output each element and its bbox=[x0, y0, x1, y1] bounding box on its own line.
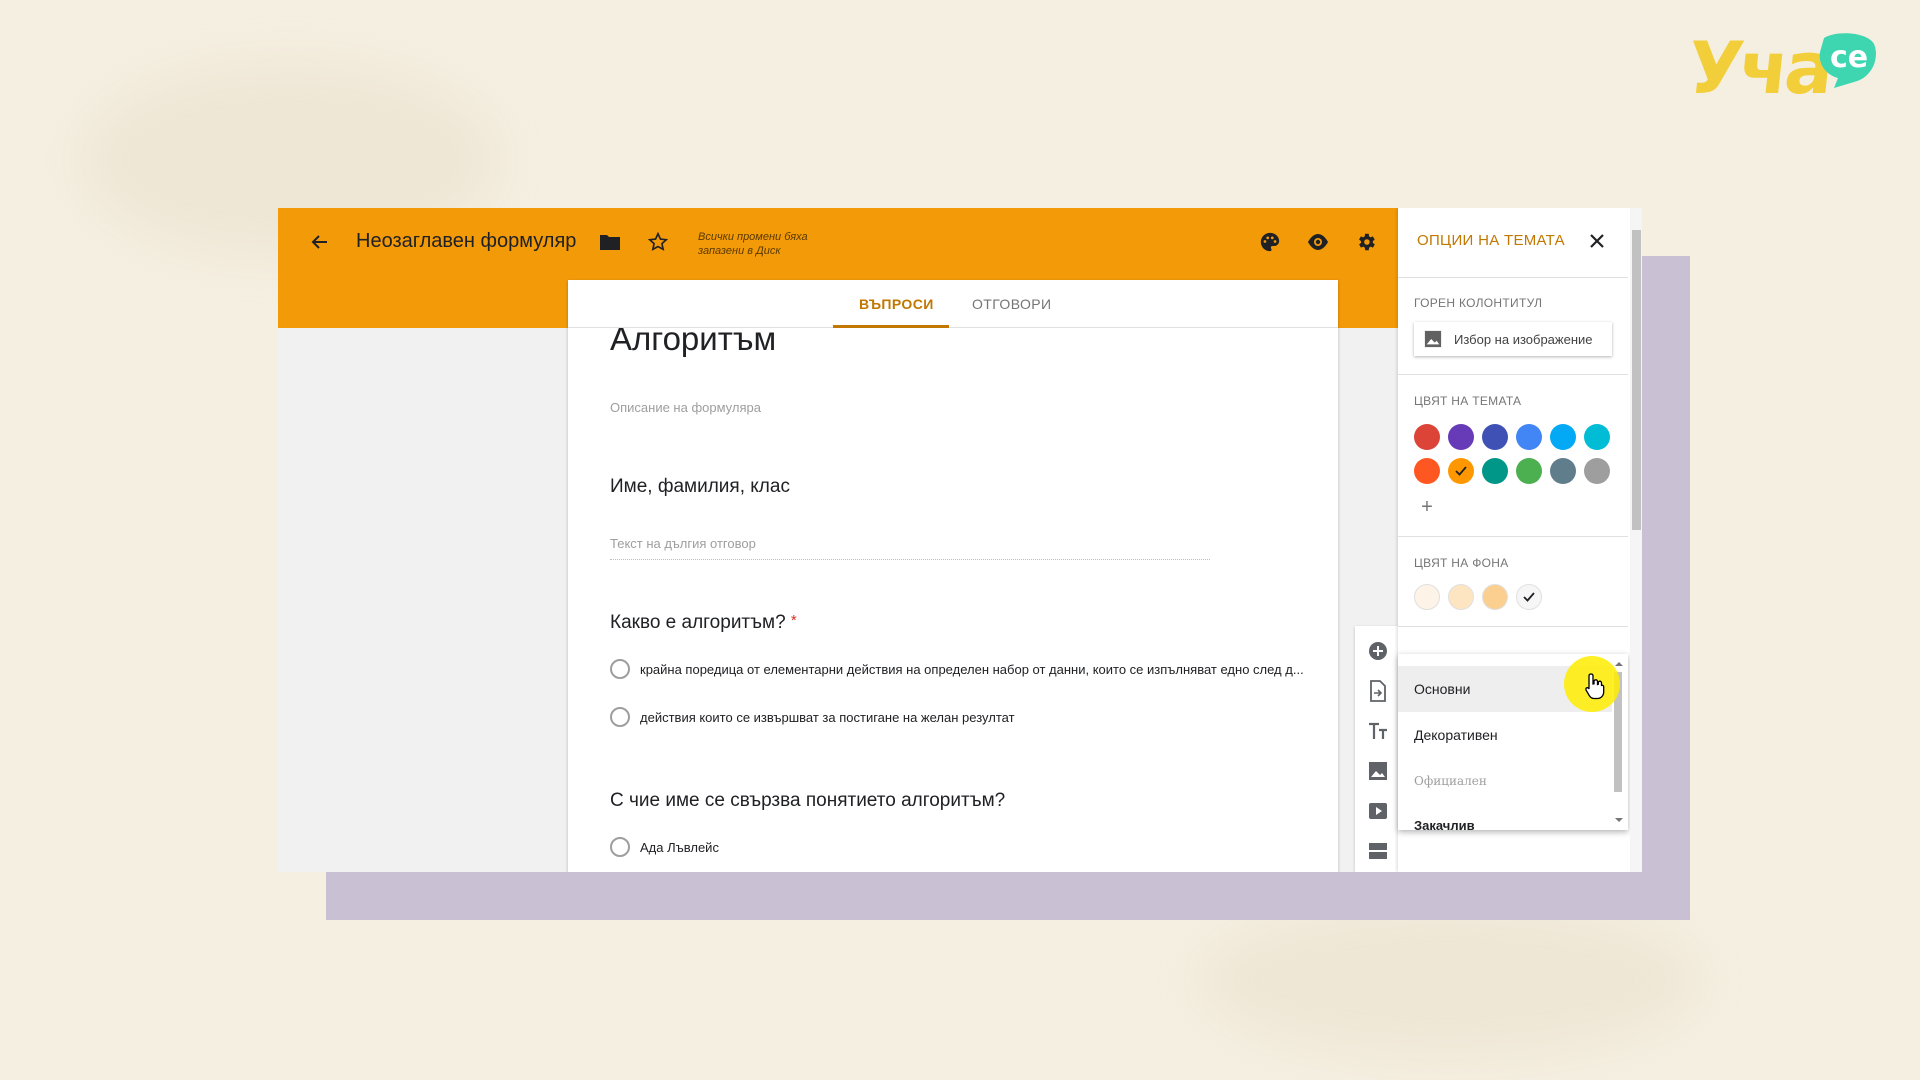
folder-icon bbox=[600, 235, 620, 250]
form-title[interactable]: Алгоритъм bbox=[610, 328, 776, 358]
background-texture bbox=[1200, 900, 1700, 1060]
panel-header: ОПЦИИ НА ТЕМАТА bbox=[1398, 208, 1628, 278]
radio-circle[interactable] bbox=[610, 659, 630, 679]
arrow-back-icon bbox=[311, 235, 327, 249]
text-format-icon bbox=[1369, 722, 1387, 739]
theme-color-label: ЦВЯТ НА ТЕМАТА bbox=[1414, 394, 1522, 408]
preview-button[interactable] bbox=[1300, 224, 1336, 260]
option-label: крайна поредица от елементарни действия … bbox=[640, 661, 1304, 677]
form-content: Алгоритъм Описание на формуляра Име, фам… bbox=[568, 328, 1338, 872]
brand-logo: Уча се bbox=[1684, 26, 1898, 110]
canvas-background bbox=[278, 328, 568, 872]
add-section-button[interactable] bbox=[1367, 840, 1389, 862]
import-questions-button[interactable] bbox=[1367, 680, 1389, 702]
question-title-text: Какво е алгоритъм? bbox=[610, 612, 786, 633]
background-color-swatch[interactable] bbox=[1448, 584, 1474, 610]
theme-color-swatch[interactable] bbox=[1516, 424, 1542, 450]
save-status: Всички промени бяха запазени в Диск bbox=[698, 231, 808, 257]
theme-color-swatch[interactable] bbox=[1414, 458, 1440, 484]
move-to-folder-button[interactable] bbox=[592, 224, 628, 260]
radio-option[interactable]: крайна поредица от елементарни действия … bbox=[610, 658, 1304, 680]
option-label: Ада Лъвлейс bbox=[640, 839, 719, 855]
theme-color-swatch[interactable] bbox=[1584, 424, 1610, 450]
section-icon bbox=[1369, 843, 1387, 859]
background-color-swatch[interactable] bbox=[1516, 584, 1542, 610]
check-icon bbox=[1455, 466, 1467, 476]
option-label: действия които се извършват за постигане… bbox=[640, 709, 1015, 725]
bg-color-label: ЦВЯТ НА ФОНА bbox=[1414, 556, 1509, 570]
theme-color-swatch[interactable] bbox=[1448, 424, 1474, 450]
radio-circle[interactable] bbox=[610, 707, 630, 727]
radio-circle[interactable] bbox=[610, 837, 630, 857]
floating-toolbar bbox=[1355, 626, 1399, 872]
star-button[interactable] bbox=[640, 224, 676, 260]
panel-title: ОПЦИИ НА ТЕМАТА bbox=[1417, 232, 1565, 249]
image-icon bbox=[1424, 330, 1442, 348]
hand-pointer-icon bbox=[1585, 673, 1605, 700]
add-custom-color-button[interactable]: + bbox=[1414, 494, 1440, 520]
theme-color-swatch[interactable] bbox=[1414, 424, 1440, 450]
back-button[interactable] bbox=[302, 224, 338, 260]
panel-scroll-thumb[interactable] bbox=[1632, 230, 1641, 530]
theme-color-swatch[interactable] bbox=[1550, 424, 1576, 450]
logo-bubble-text: се bbox=[1830, 40, 1869, 75]
customize-theme-button[interactable] bbox=[1252, 224, 1288, 260]
radio-option[interactable]: действия които се извършват за постигане… bbox=[610, 706, 1015, 728]
divider bbox=[1398, 536, 1628, 537]
background-color-swatch[interactable] bbox=[1482, 584, 1508, 610]
add-question-button[interactable] bbox=[1367, 640, 1389, 662]
divider bbox=[1398, 374, 1628, 375]
font-option-playful[interactable]: Закачлив bbox=[1398, 802, 1612, 831]
long-answer-placeholder: Текст на дългия отговор bbox=[610, 536, 1210, 560]
image-icon bbox=[1369, 762, 1387, 780]
google-forms-window: Неозаглавен формуляр Всички промени бяха… bbox=[278, 208, 1642, 872]
add-title-button[interactable] bbox=[1367, 720, 1389, 742]
choose-image-label: Избор на изображение bbox=[1454, 331, 1593, 347]
question-title[interactable]: Какво е алгоритъм? * bbox=[610, 612, 797, 634]
form-name[interactable]: Неозаглавен формуляр bbox=[356, 230, 576, 253]
font-option-formal[interactable]: Официален bbox=[1398, 758, 1612, 804]
theme-options-panel: ОПЦИИ НА ТЕМАТА ГОРЕН КОЛОНТИТУЛ Избор н… bbox=[1398, 208, 1642, 872]
logo-text: Уча bbox=[1683, 26, 1834, 110]
theme-color-swatch[interactable] bbox=[1448, 458, 1474, 484]
close-panel-button[interactable] bbox=[1584, 228, 1610, 254]
settings-button[interactable] bbox=[1348, 224, 1384, 260]
font-option-decorative[interactable]: Декоративен bbox=[1398, 712, 1612, 758]
import-file-icon bbox=[1370, 680, 1386, 702]
radio-option[interactable]: Ада Лъвлейс bbox=[610, 836, 719, 858]
tab-responses[interactable]: ОТГОВОРИ bbox=[972, 296, 1052, 312]
background-color-swatch[interactable] bbox=[1414, 584, 1440, 610]
theme-color-swatch[interactable] bbox=[1584, 458, 1610, 484]
editor-tabs: ВЪПРОСИ ОТГОВОРИ bbox=[568, 280, 1338, 328]
choose-image-button[interactable]: Избор на изображение bbox=[1414, 322, 1612, 356]
theme-color-swatch[interactable] bbox=[1482, 424, 1508, 450]
check-icon bbox=[1523, 592, 1535, 602]
question-title[interactable]: Име, фамилия, клас bbox=[610, 476, 790, 498]
video-icon bbox=[1369, 803, 1387, 819]
form-editor-card: ВЪПРОСИ ОТГОВОРИ Алгоритъм Описание на ф… bbox=[568, 280, 1338, 872]
eye-icon bbox=[1308, 234, 1328, 250]
add-circle-icon bbox=[1369, 642, 1387, 660]
add-image-button[interactable] bbox=[1367, 760, 1389, 782]
required-asterisk: * bbox=[790, 612, 797, 629]
add-video-button[interactable] bbox=[1367, 800, 1389, 822]
divider bbox=[1398, 626, 1628, 627]
star-icon bbox=[647, 231, 669, 251]
theme-color-swatch[interactable] bbox=[1550, 458, 1576, 484]
close-icon bbox=[1590, 234, 1604, 248]
header-section-label: ГОРЕН КОЛОНТИТУЛ bbox=[1414, 296, 1543, 310]
form-description-field[interactable]: Описание на формуляра bbox=[610, 400, 761, 415]
theme-color-swatch[interactable] bbox=[1516, 458, 1542, 484]
palette-icon bbox=[1260, 232, 1280, 252]
theme-color-swatch[interactable] bbox=[1482, 458, 1508, 484]
gear-icon bbox=[1359, 233, 1375, 251]
question-title[interactable]: С чие име се свързва понятието алгоритъм… bbox=[610, 790, 1005, 812]
tab-questions[interactable]: ВЪПРОСИ bbox=[859, 296, 934, 312]
